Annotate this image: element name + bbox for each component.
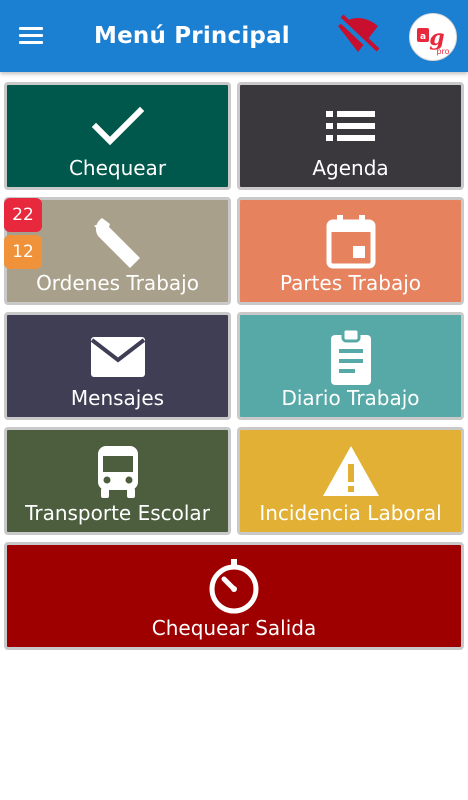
tile-transporte-escolar[interactable]: Transporte Escolar xyxy=(4,427,231,535)
tile-incidencia-laboral[interactable]: Incidencia Laboral xyxy=(237,427,464,535)
list-icon xyxy=(325,111,375,141)
bus-icon xyxy=(97,446,138,498)
page-title: Menú Principal xyxy=(94,23,290,49)
tile-label: Transporte Escolar xyxy=(25,501,210,525)
app-logo-icon: a g pro xyxy=(417,25,450,56)
svg-text:a: a xyxy=(420,32,426,42)
timer-icon xyxy=(209,559,259,614)
calendar-icon xyxy=(326,215,375,269)
app-logo[interactable]: a g pro xyxy=(409,13,457,61)
tile-label: Chequear Salida xyxy=(151,616,317,640)
checkmark-icon xyxy=(91,106,144,146)
wrench-icon xyxy=(93,218,140,268)
wifi-off-icon xyxy=(337,14,380,55)
tile-label: Partes Trabajo xyxy=(279,271,422,295)
app-bar: Menú Principal a g pro xyxy=(0,0,468,72)
tile-label: Chequear xyxy=(68,156,167,180)
tile-chequear-salida[interactable]: Chequear Salida xyxy=(4,542,464,650)
tile-label: Diario Trabajo xyxy=(281,386,420,410)
clipboard-icon xyxy=(330,327,371,385)
warning-icon xyxy=(322,446,379,496)
tile-agenda[interactable]: Agenda xyxy=(237,82,464,190)
tile-label: Mensajes xyxy=(70,386,165,410)
badge-count-red: 22 xyxy=(4,198,42,232)
tile-label: Agenda xyxy=(312,156,389,180)
tile-label: Incidencia Laboral xyxy=(259,501,442,525)
tile-partes-trabajo[interactable]: Partes Trabajo xyxy=(237,197,464,305)
tile-chequear[interactable]: Chequear xyxy=(4,82,231,190)
envelope-icon xyxy=(90,337,145,377)
tile-label: Ordenes Trabajo xyxy=(36,271,199,295)
hamburger-menu-icon[interactable] xyxy=(14,20,48,52)
tile-mensajes[interactable]: Mensajes xyxy=(4,312,231,420)
svg-text:pro: pro xyxy=(436,47,449,56)
tile-diario-trabajo[interactable]: Diario Trabajo xyxy=(237,312,464,420)
badge-count-orange: 12 xyxy=(4,235,42,269)
